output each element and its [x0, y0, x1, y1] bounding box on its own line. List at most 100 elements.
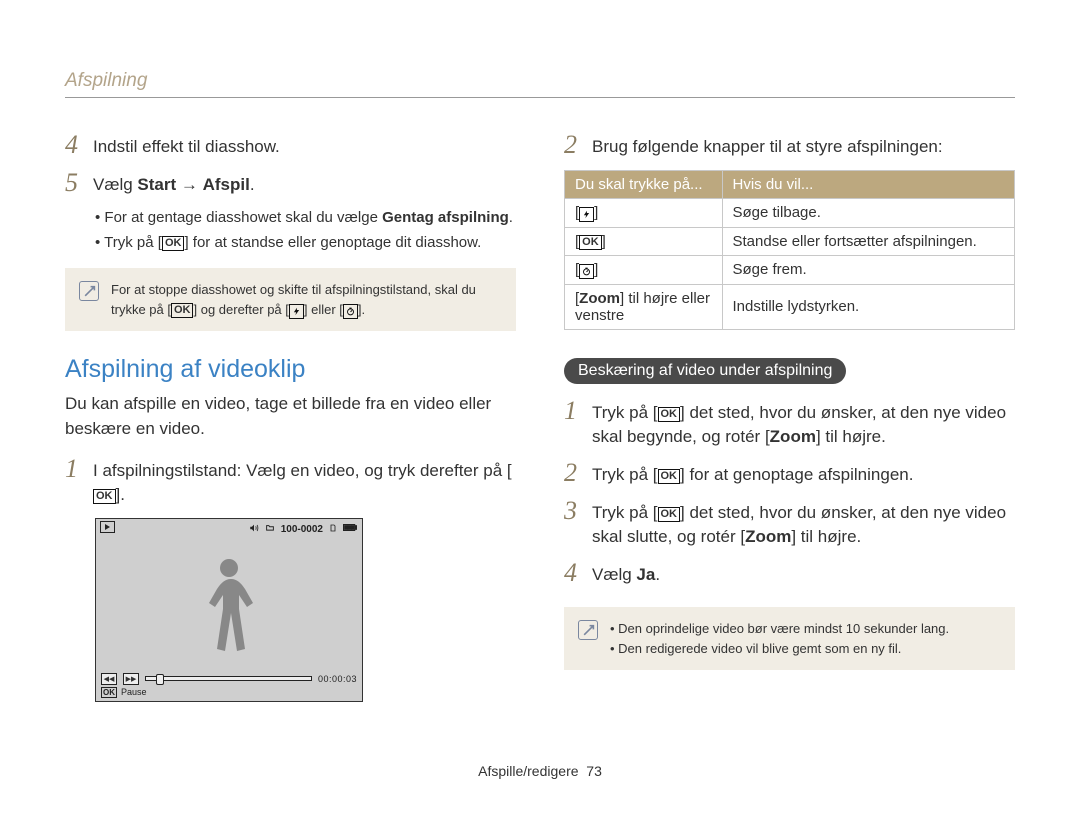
- page-number: 73: [586, 763, 602, 779]
- step-4: 4 Indstil effekt til diasshow.: [65, 132, 516, 160]
- playback-time: 00:00:03: [318, 674, 357, 684]
- page-footer: Afspille/redigere 73: [0, 763, 1080, 779]
- text-bold: Zoom: [770, 427, 816, 446]
- text-fragment: ] for at standse eller genoptage dit dia…: [184, 234, 481, 251]
- table-header-row: Du skal trykke på... Hvis du vil...: [565, 170, 1015, 198]
- text-fragment: ].: [358, 302, 365, 317]
- text-fragment: ].: [116, 485, 125, 504]
- text-bold: Zoom: [579, 290, 620, 307]
- step-number: 3: [564, 498, 582, 550]
- ok-icon: OK: [101, 687, 117, 698]
- table-cell: []: [565, 198, 723, 227]
- ok-icon: OK: [658, 407, 681, 422]
- text-fragment: .: [655, 565, 660, 584]
- step-5: 5 Vælg Start → Afspil.: [65, 170, 516, 198]
- pause-hint: OK Pause: [101, 687, 147, 697]
- table-row: [] Søge tilbage.: [565, 198, 1015, 227]
- step-5-bullets: For at gentage diasshowet skal du vælge …: [65, 207, 516, 254]
- ok-icon: OK: [162, 236, 185, 251]
- section-paragraph: Du kan afspille en video, tage et billed…: [65, 392, 516, 441]
- step-number: 4: [564, 560, 582, 588]
- step-text: Indstil effekt til diasshow.: [93, 132, 280, 160]
- bullet-item: Den oprindelige video bør være mindst 10…: [610, 619, 949, 639]
- ok-icon: OK: [171, 303, 194, 318]
- forward-icon: ▶▶: [123, 673, 139, 685]
- control-step-2: 2 Brug følgende knapper til at styre afs…: [564, 132, 1015, 160]
- text-fragment: ] til højre.: [816, 427, 886, 446]
- text-fragment: Vælg: [592, 565, 636, 584]
- table-row: [OK] Standse eller fortsætter afspilning…: [565, 227, 1015, 255]
- flash-icon: [289, 304, 304, 319]
- step-text: Vælg Ja.: [592, 560, 660, 588]
- timer-icon: [343, 304, 358, 319]
- section-heading: Afspilning af videoklip: [65, 355, 516, 384]
- pause-label: Pause: [121, 687, 147, 697]
- crop-step-1: 1 Tryk på [OK] det sted, hvor du ønsker,…: [564, 398, 1015, 450]
- footer-label: Afspille/redigere: [478, 763, 578, 779]
- note-box: For at stoppe diasshowet og skifte til a…: [65, 268, 516, 331]
- table-cell: Standse eller fortsætter afspilningen.: [722, 227, 1015, 255]
- step-text: I afspilningstilstand: Vælg en video, og…: [93, 456, 516, 508]
- note-text: For at stoppe diasshowet og skifte til a…: [111, 280, 502, 319]
- crop-step-3: 3 Tryk på [OK] det sted, hvor du ønsker,…: [564, 498, 1015, 550]
- progress-bar: [145, 676, 312, 681]
- file-counter: 100-0002: [281, 524, 323, 535]
- volume-icon: [249, 523, 259, 536]
- flash-icon: [579, 207, 594, 222]
- content-columns: 4 Indstil effekt til diasshow. 5 Vælg St…: [65, 132, 1015, 702]
- text-bold: Gentag afspilning: [382, 209, 509, 226]
- text-fragment: I afspilningstilstand: Vælg en video, og…: [93, 461, 512, 480]
- thumbnail-controls: ◀◀ ▶▶ 00:00:03: [101, 673, 357, 685]
- step-text: Vælg Start → Afspil.: [93, 170, 255, 198]
- text-bold: Afspil: [203, 175, 250, 194]
- ok-icon: OK: [579, 235, 602, 250]
- ok-icon: OK: [658, 469, 681, 484]
- text-fragment: ]: [193, 302, 197, 317]
- step-number: 2: [564, 460, 582, 488]
- folder-icon: [265, 523, 275, 535]
- step-text: Tryk på [OK] det sted, hvor du ønsker, a…: [592, 498, 1015, 550]
- table-cell: Søge frem.: [722, 255, 1015, 284]
- step-number: 1: [564, 398, 582, 450]
- step-number: 5: [65, 170, 83, 198]
- text-fragment: For at gentage diasshowet skal du vælge: [104, 209, 382, 226]
- note-box: Den oprindelige video bør være mindst 10…: [564, 607, 1015, 670]
- running-header: Afspilning: [65, 70, 1015, 92]
- video-step-1: 1 I afspilningstilstand: Vælg en video, …: [65, 456, 516, 508]
- step-text: Brug følgende knapper til at styre afspi…: [592, 132, 943, 160]
- table-row: [] Søge frem.: [565, 255, 1015, 284]
- text-fragment: ] til højre.: [791, 527, 861, 546]
- step-number: 4: [65, 132, 83, 160]
- note-icon: [79, 281, 99, 301]
- text-fragment: Tryk på [: [104, 234, 162, 251]
- bullet-item: For at gentage diasshowet skal du vælge …: [95, 207, 516, 230]
- text-fragment: Vælg: [93, 175, 137, 194]
- step-number: 1: [65, 456, 83, 508]
- text-fragment: Tryk på [: [592, 403, 658, 422]
- ok-icon: OK: [658, 507, 681, 522]
- bullet-item: Den redigerede video vil blive gemt som …: [610, 639, 949, 659]
- crop-step-4: 4 Vælg Ja.: [564, 560, 1015, 588]
- person-silhouette-icon: [201, 555, 257, 675]
- text-fragment: og derefter på [: [201, 302, 289, 317]
- table-cell: [OK]: [565, 227, 723, 255]
- table-cell: Søge tilbage.: [722, 198, 1015, 227]
- table-cell: [Zoom] til højre eller venstre: [565, 284, 723, 329]
- header-rule: [65, 97, 1015, 98]
- table-cell: []: [565, 255, 723, 284]
- table-header: Du skal trykke på...: [565, 170, 723, 198]
- left-column: 4 Indstil effekt til diasshow. 5 Vælg St…: [65, 132, 516, 702]
- table-header: Hvis du vil...: [722, 170, 1015, 198]
- controls-table: Du skal trykke på... Hvis du vil... [] S…: [564, 170, 1015, 330]
- subsection-pill: Beskæring af video under afspilning: [564, 358, 846, 384]
- table-row: [Zoom] til højre eller venstre Indstille…: [565, 284, 1015, 329]
- ok-icon: OK: [93, 489, 116, 504]
- note-text: Den oprindelige video bør være mindst 10…: [610, 619, 949, 658]
- step-text: Tryk på [OK] det sted, hvor du ønsker, a…: [592, 398, 1015, 450]
- thumbnail-topbar: 100-0002: [101, 523, 357, 536]
- bullet-item: Tryk på [OK] for at standse eller genopt…: [95, 232, 516, 255]
- text-bold: Start: [137, 175, 176, 194]
- crop-step-2: 2 Tryk på [OK] for at genoptage afspilni…: [564, 460, 1015, 488]
- battery-icon: [343, 523, 357, 535]
- text-fragment: .: [250, 175, 255, 194]
